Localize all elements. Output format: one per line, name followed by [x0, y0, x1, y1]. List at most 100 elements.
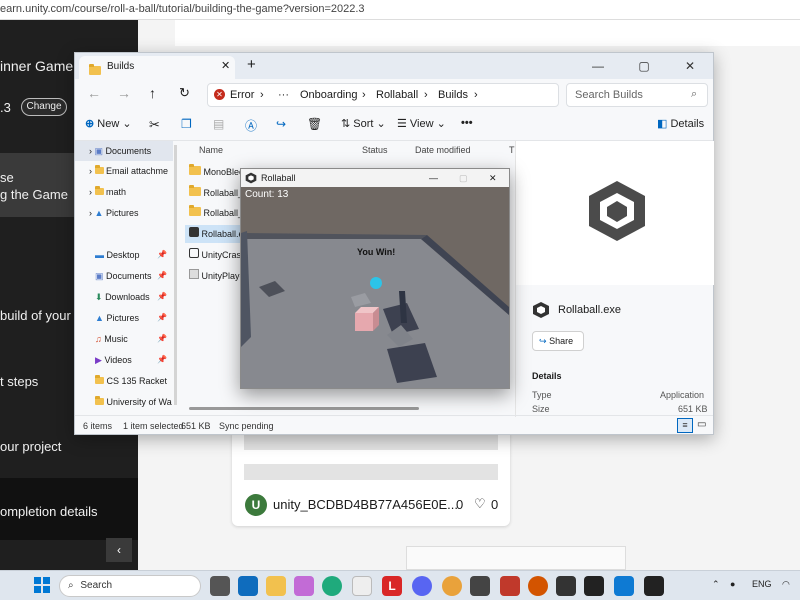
nav-item-pictures-onedrive[interactable]: › ▲ Pictures	[75, 203, 173, 223]
documents-icon: ▣	[94, 146, 104, 156]
nav-item-documents-onedrive[interactable]: › ▣ Documents	[75, 141, 173, 161]
store-icon[interactable]	[352, 576, 372, 596]
nav-item-documents[interactable]: ▣ Documents 📌	[75, 266, 173, 286]
maximize-icon[interactable]: ▢	[459, 169, 468, 187]
minimize-icon[interactable]: —	[429, 169, 438, 187]
taskbar-search[interactable]: ⌕ Search	[59, 575, 201, 597]
change-version-button[interactable]: Change	[21, 98, 67, 116]
close-tab-icon[interactable]: ✕	[221, 59, 230, 72]
task-view-icon[interactable]	[210, 576, 230, 596]
up-icon[interactable]: ↑	[149, 85, 156, 101]
back-icon[interactable]: ←	[87, 85, 101, 101]
close-window-icon[interactable]: ✕	[489, 169, 497, 187]
maximize-icon[interactable]: ▢	[621, 53, 667, 79]
unity-hub-icon[interactable]	[556, 576, 576, 596]
rollaball-game-window[interactable]: Rollaball — ▢ ✕ Count: 13 You Win!	[240, 168, 510, 389]
completion-details-link[interactable]: ompletion details	[0, 504, 98, 519]
calculator-icon[interactable]	[470, 576, 490, 596]
chrome-icon[interactable]	[442, 576, 462, 596]
view-button[interactable]: ☰ View ⌄	[397, 117, 446, 130]
unity-icon	[533, 302, 549, 318]
nav-item-math[interactable]: › math	[75, 182, 173, 202]
nav-item-videos[interactable]: ▶ Videos 📌	[75, 350, 173, 370]
unity-editor-icon[interactable]	[584, 576, 604, 596]
game-titlebar[interactable]: Rollaball — ▢ ✕	[241, 169, 509, 187]
windows-start-icon[interactable]	[34, 577, 50, 593]
path-breadcrumb[interactable]: ✕ Error › ··· Onboarding › Rollaball › B…	[207, 83, 559, 107]
nav-item-university[interactable]: University of Wa	[75, 392, 173, 412]
details-pane-icon: ◧	[657, 118, 668, 130]
nav-item-cs135[interactable]: CS 135 Racket	[75, 371, 173, 391]
rollaball-app-icon[interactable]	[644, 576, 664, 596]
file-row[interactable]: UnityCrash	[189, 246, 246, 264]
cut-icon[interactable]: ✂	[149, 117, 160, 133]
tiles-view-icon[interactable]: ▭	[697, 419, 706, 430]
nav-item-downloads[interactable]: ⬇ Downloads 📌	[75, 287, 173, 307]
tab-builds[interactable]: Builds ✕	[79, 56, 235, 79]
tutorial-item-build[interactable]: build of your c	[0, 308, 81, 323]
security-icon[interactable]: ●	[730, 579, 735, 589]
chevron-left-icon: ‹	[117, 543, 121, 557]
details-view-icon[interactable]: ≡	[677, 418, 693, 433]
nav-item-music[interactable]: ♫ Music 📌	[75, 329, 173, 349]
breadcrumb-onboarding[interactable]: Onboarding	[300, 89, 358, 101]
comment-username[interactable]: unity_BCDBD4BB77A456E0E...	[273, 497, 458, 512]
folder-icon	[95, 375, 104, 384]
edge-icon[interactable]	[322, 576, 342, 596]
file-row[interactable]: UnityPlaye	[189, 267, 245, 285]
selected-file-name: Rollaball.exe	[558, 304, 621, 316]
column-name[interactable]: Name	[199, 145, 223, 155]
captcha-widget[interactable]	[406, 546, 626, 570]
breadcrumb-error[interactable]: Error	[230, 89, 254, 101]
file-explorer-icon[interactable]	[266, 576, 286, 596]
type-label: Type	[532, 390, 552, 400]
nav-item-pictures[interactable]: ▲ Pictures 📌	[75, 308, 173, 328]
column-status[interactable]: Status	[362, 145, 388, 155]
delete-icon[interactable]: 🗑	[307, 117, 322, 131]
tutorial-item-active-line1[interactable]: se	[0, 170, 14, 185]
details-toggle-button[interactable]: ◧ Details	[657, 117, 704, 130]
sort-button[interactable]: ⇅ Sort ⌄	[341, 117, 386, 130]
more-options-button[interactable]: •••	[461, 117, 473, 129]
new-button[interactable]: ⊕ New ⌄	[85, 117, 132, 130]
wifi-icon[interactable]: ◠	[782, 579, 790, 590]
new-tab-icon[interactable]: +	[247, 56, 256, 73]
language-indicator[interactable]: ENG	[752, 579, 772, 589]
tab-strip: Builds ✕ + — ▢ ✕	[75, 53, 713, 79]
chevron-up-icon[interactable]: ⌃	[712, 579, 720, 590]
tutorial-item-project[interactable]: our project	[0, 439, 61, 454]
nav-item-desktop[interactable]: ▬ Desktop 📌	[75, 245, 173, 265]
breadcrumb-more[interactable]: ···	[278, 89, 289, 101]
paste-icon[interactable]: ▤	[213, 117, 224, 131]
column-date[interactable]: Date modified	[415, 145, 471, 155]
search-icon: ⌕	[691, 88, 698, 100]
nav-item-email-attachments[interactable]: › Email attachme	[75, 161, 173, 181]
racket-icon[interactable]	[500, 576, 520, 596]
nav-scrollbar[interactable]	[174, 145, 177, 405]
address-bar[interactable]: earn.unity.com/course/roll-a-ball/tutori…	[0, 0, 800, 20]
breadcrumb-builds[interactable]: Builds	[438, 89, 468, 101]
forward-icon[interactable]: →	[117, 85, 131, 101]
breadcrumb-rollaball[interactable]: Rollaball	[376, 89, 418, 101]
minimize-icon[interactable]: —	[575, 53, 621, 79]
close-window-icon[interactable]: ✕	[667, 53, 713, 79]
copy-icon[interactable]: ❐	[181, 117, 192, 131]
share-icon[interactable]: ↪	[276, 117, 286, 131]
tutorial-item-next-steps[interactable]: t steps	[0, 374, 38, 389]
refresh-icon[interactable]: ↻	[179, 85, 190, 101]
search-input[interactable]: Search Builds ⌕	[566, 83, 708, 107]
column-type[interactable]: T	[509, 145, 515, 155]
collapse-sidebar-button[interactable]: ‹	[106, 538, 132, 562]
tutorial-item-active-line2[interactable]: g the Game	[0, 187, 68, 202]
rename-icon[interactable]: Ⓐ	[245, 117, 257, 134]
plus-icon: ⊕	[85, 118, 95, 130]
vscode-icon[interactable]	[614, 576, 634, 596]
share-button[interactable]: ↪ Share	[532, 331, 584, 351]
outlook-icon[interactable]	[238, 576, 258, 596]
browser-icon[interactable]	[528, 576, 548, 596]
app-l-icon[interactable]: L	[382, 576, 402, 596]
copilot-icon[interactable]	[294, 576, 314, 596]
discord-icon[interactable]	[412, 576, 432, 596]
heart-icon[interactable]: ♡	[474, 496, 486, 512]
horizontal-scrollbar[interactable]	[189, 407, 419, 410]
